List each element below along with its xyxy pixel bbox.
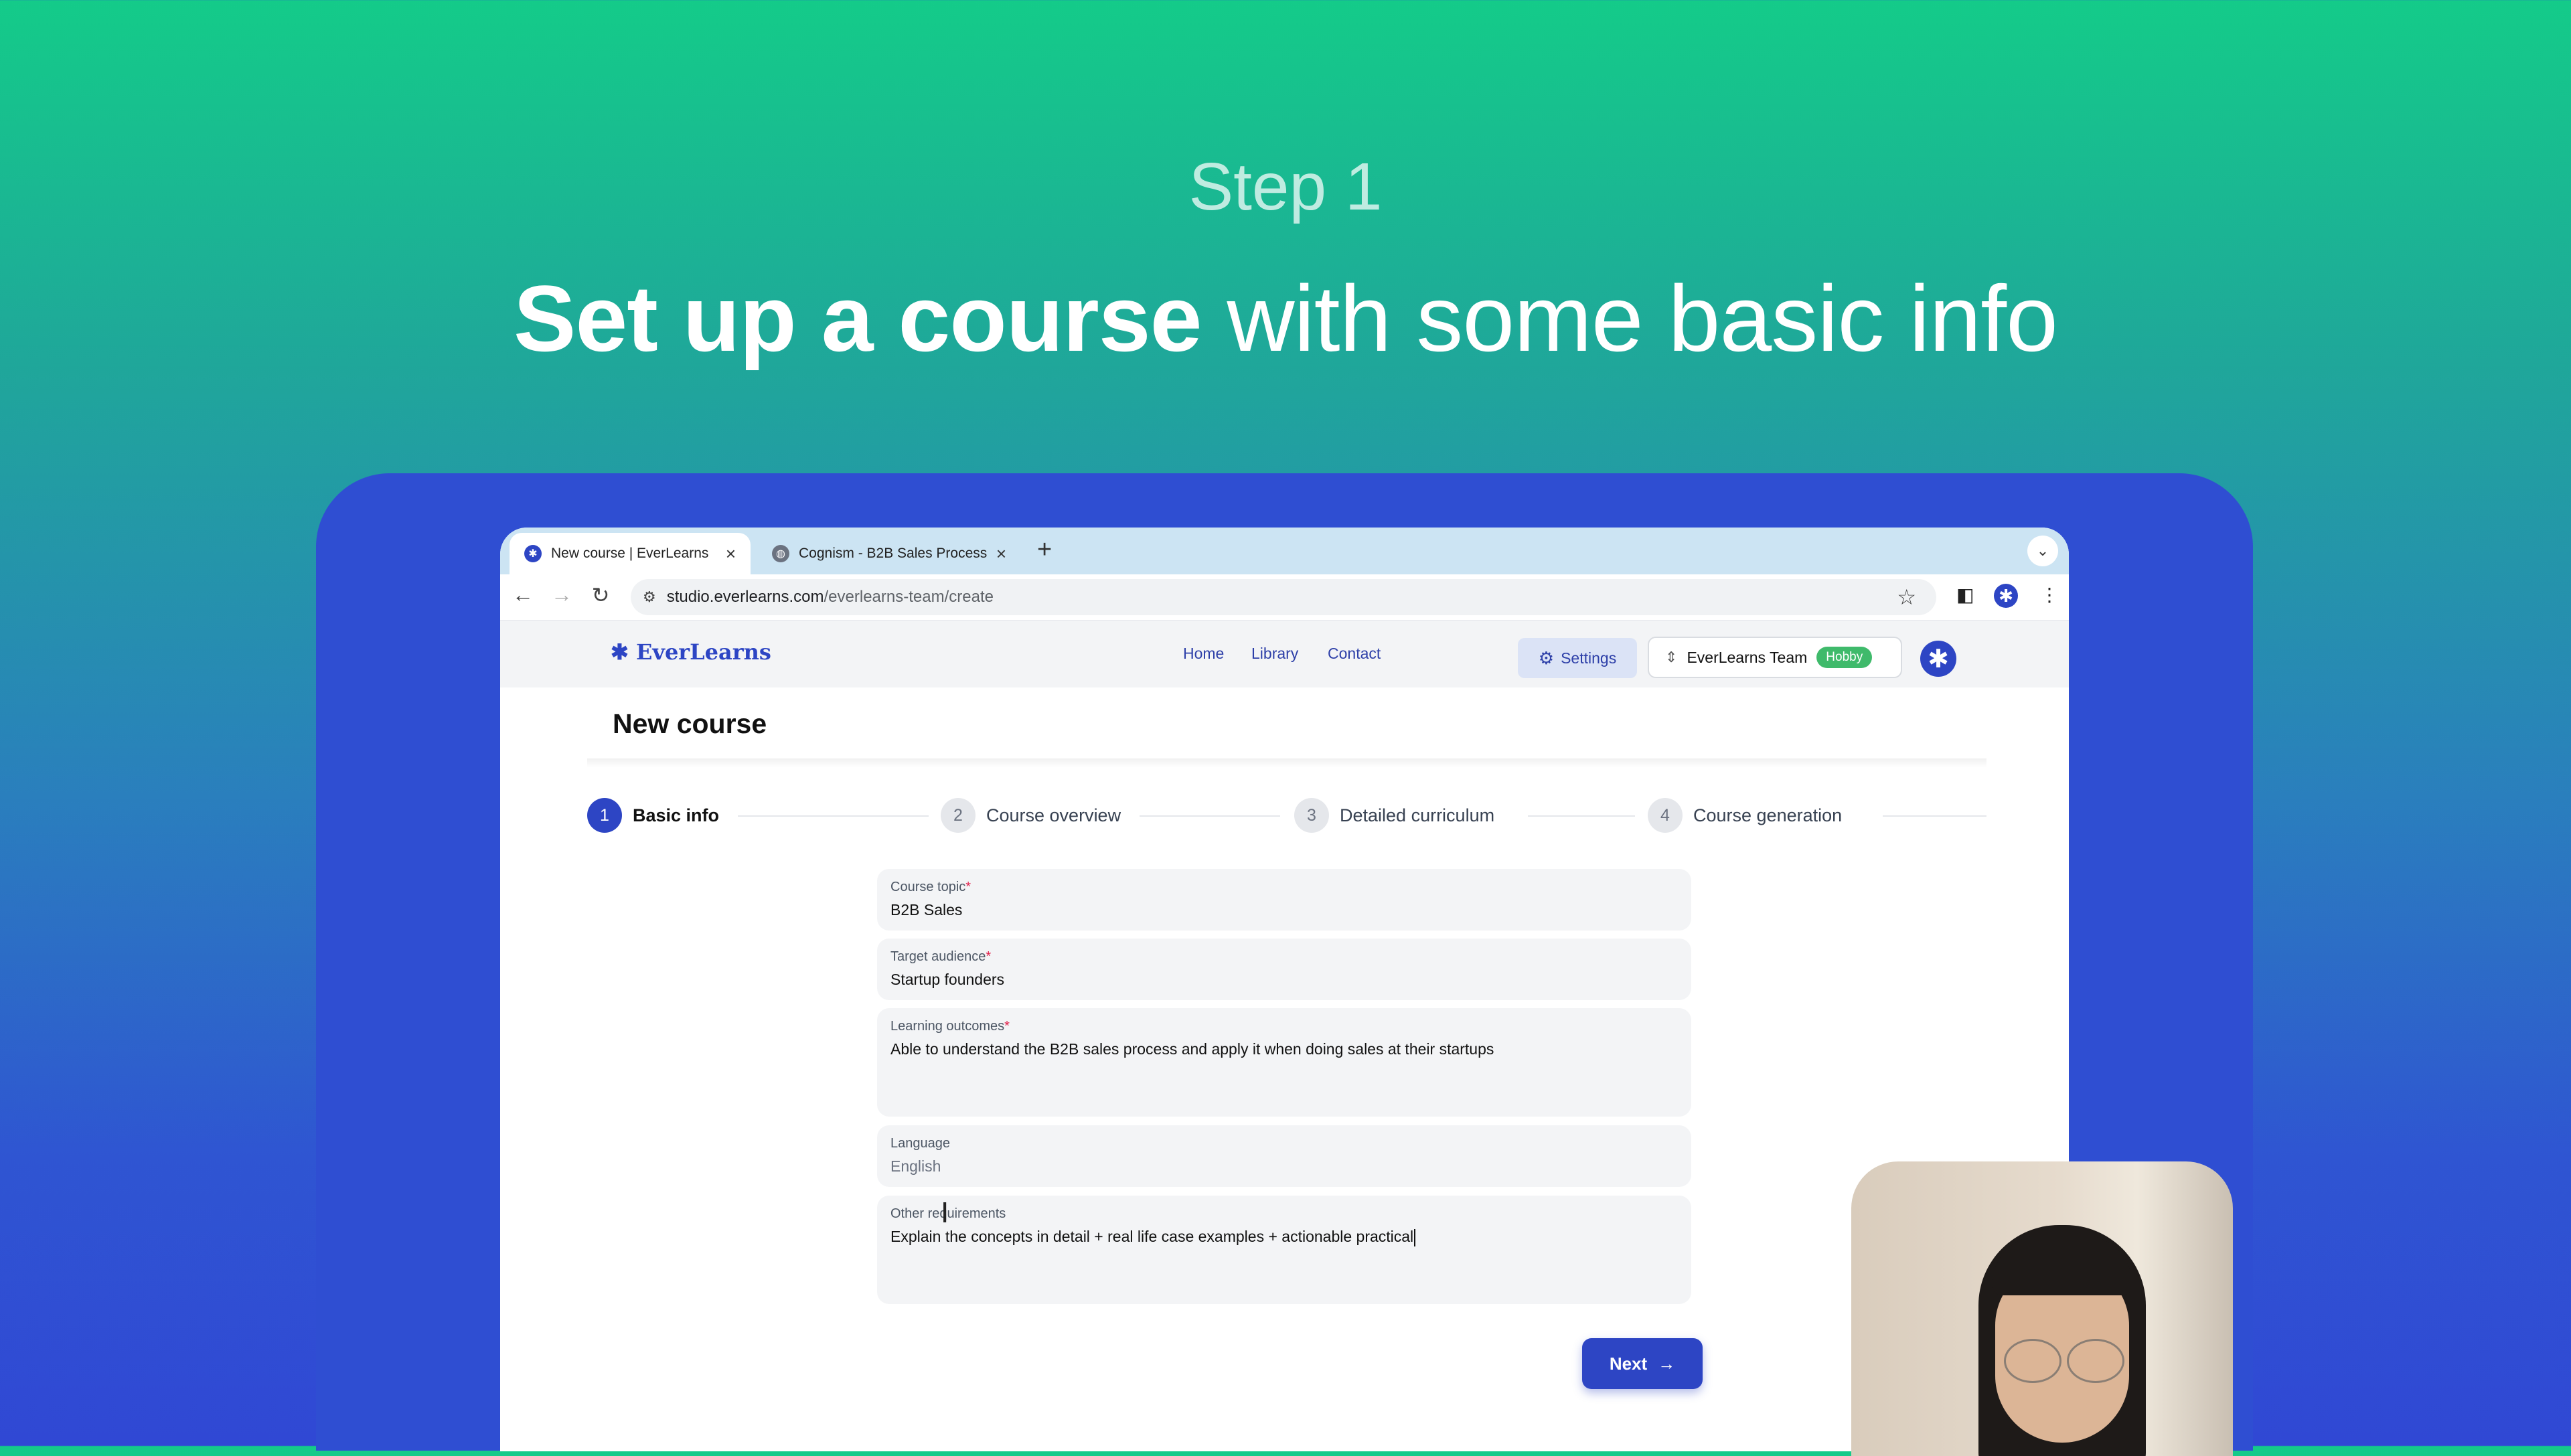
next-button[interactable]: Next → <box>1582 1338 1703 1389</box>
new-tab-button[interactable]: + <box>1037 537 1052 562</box>
step-connector <box>1528 815 1635 817</box>
webcam-overlay <box>1851 1161 2233 1456</box>
back-icon[interactable]: ← <box>508 582 538 607</box>
step-number: 4 <box>1648 798 1683 833</box>
field-label: Learning outcomes* <box>890 1019 1010 1034</box>
gear-icon: ⚙ <box>1538 647 1555 668</box>
step-number: 1 <box>587 798 622 833</box>
field-label: Target audience* <box>890 949 992 964</box>
arrow-right-icon: → <box>1658 1353 1676 1374</box>
step-label: Detailed curriculum <box>1340 805 1495 825</box>
next-label: Next <box>1609 1353 1648 1374</box>
browser-window: ✱ New course | EverLearns × ◍ Cognism - … <box>500 528 2069 1451</box>
step-connector <box>738 815 929 817</box>
stepper: 1 Basic info 2 Course overview 3 Detaile… <box>587 795 1986 835</box>
step-1[interactable]: 1 Basic info <box>587 795 719 835</box>
settings-button[interactable]: ⚙ Settings <box>1518 638 1637 678</box>
close-tab-icon[interactable]: × <box>996 544 1006 564</box>
headline: Set up a course with some basic info <box>0 264 2571 373</box>
headline-bold: Set up a course <box>513 266 1202 371</box>
settings-label: Settings <box>1561 649 1617 667</box>
team-switcher[interactable]: ⇕ EverLearns Team Hobby <box>1648 637 1902 678</box>
text-cursor-icon: I <box>941 1196 949 1229</box>
bookmark-star-icon[interactable]: ☆ <box>1897 584 1916 610</box>
everlearns-icon: ✱ <box>524 545 542 562</box>
step-connector <box>1140 815 1280 817</box>
step-label: Course generation <box>1693 805 1843 825</box>
side-panel-icon[interactable]: ◧ <box>1956 584 1974 606</box>
other-requirements-value[interactable]: Explain the concepts in detail + real li… <box>890 1228 1416 1246</box>
tab-search-icon[interactable]: ⌄ <box>2027 536 2058 566</box>
nav-home[interactable]: Home <box>1183 645 1224 663</box>
tab-title: Cognism - B2B Sales Process <box>799 546 988 561</box>
headline-rest: with some basic info <box>1201 266 2058 371</box>
page-title: New course <box>613 708 767 739</box>
globe-icon: ◍ <box>772 545 789 562</box>
course-topic-field[interactable]: Course topic* B2B Sales <box>877 869 1691 931</box>
language-value[interactable]: English <box>890 1157 941 1176</box>
title-divider <box>587 758 1986 768</box>
step-number: 3 <box>1294 798 1329 833</box>
site-info-icon[interactable]: ⚙ <box>643 588 656 606</box>
step-4[interactable]: 4 Course generation <box>1648 795 1842 835</box>
step-connector <box>1883 815 1986 817</box>
step-label: Basic info <box>633 805 720 825</box>
step-label: Step 1 <box>1188 149 1383 224</box>
nav-library[interactable]: Library <box>1251 645 1298 663</box>
kebab-menu-icon[interactable]: ⋮ <box>2040 584 2059 606</box>
app-header: ✱ EverLearns Home Library Contact ⚙ Sett… <box>500 620 2069 687</box>
target-audience-value[interactable]: Startup founders <box>890 971 1004 989</box>
step-3[interactable]: 3 Detailed curriculum <box>1294 795 1494 835</box>
close-tab-icon[interactable]: × <box>726 544 736 564</box>
other-requirements-field[interactable]: Other requirements Explain the concepts … <box>877 1196 1691 1304</box>
address-bar[interactable]: ⚙ studio.everlearns.com/everlearns-team/… <box>631 579 1936 615</box>
everlearns-extension-icon[interactable]: ✱ <box>1994 584 2018 608</box>
tab-new-course[interactable]: ✱ New course | EverLearns × <box>510 533 751 574</box>
reload-icon[interactable]: ↻ <box>586 582 615 608</box>
plan-badge: Hobby <box>1816 647 1873 668</box>
browser-toolbar: ← → ↻ ⚙ studio.everlearns.com/everlearns… <box>500 574 2069 620</box>
course-topic-value[interactable]: B2B Sales <box>890 901 962 919</box>
text-caret <box>1414 1228 1416 1246</box>
step-number: 2 <box>941 798 976 833</box>
everlearns-logo[interactable]: ✱ EverLearns <box>611 639 771 665</box>
nav-contact[interactable]: Contact <box>1328 645 1381 663</box>
tab-title: New course | EverLearns <box>551 546 709 561</box>
url-text[interactable]: studio.everlearns.com/everlearns-team/cr… <box>667 588 994 606</box>
learning-outcomes-field[interactable]: Learning outcomes* Able to understand th… <box>877 1008 1691 1117</box>
user-avatar[interactable]: ✱ <box>1920 641 1956 677</box>
tab-cognism[interactable]: ◍ Cognism - B2B Sales Process × <box>757 533 1021 574</box>
language-field[interactable]: Language English <box>877 1125 1691 1187</box>
step-label: Course overview <box>986 805 1121 825</box>
forward-icon[interactable]: → <box>547 582 576 607</box>
team-name: EverLearns Team <box>1687 648 1808 666</box>
step-2[interactable]: 2 Course overview <box>941 795 1121 835</box>
learning-outcomes-value[interactable]: Able to understand the B2B sales process… <box>890 1040 1494 1058</box>
tab-strip: ✱ New course | EverLearns × ◍ Cognism - … <box>500 528 2069 574</box>
chevron-up-down-icon: ⇕ <box>1665 649 1678 665</box>
field-label: Course topic* <box>890 880 971 894</box>
field-label: Language <box>890 1136 950 1151</box>
target-audience-field[interactable]: Target audience* Startup founders <box>877 939 1691 1000</box>
